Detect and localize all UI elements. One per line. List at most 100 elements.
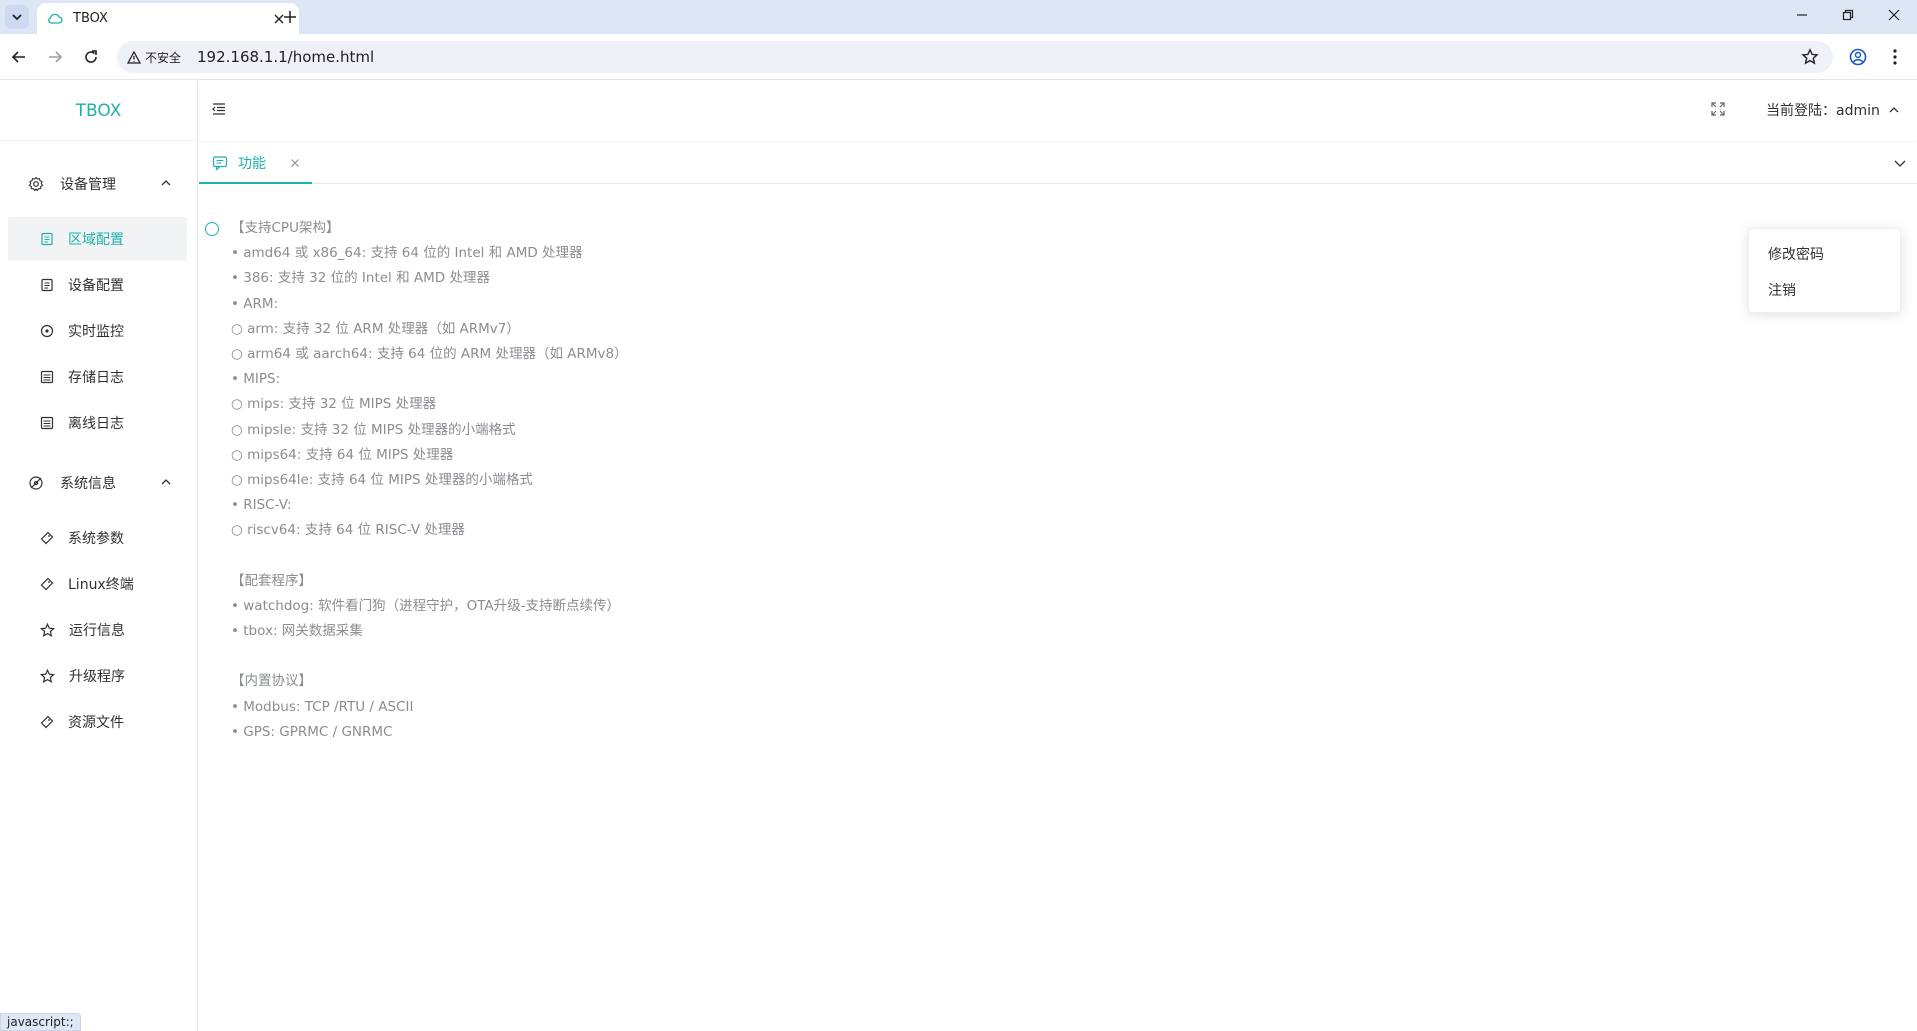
sidebar-group-label: 设备管理 <box>60 177 116 193</box>
timeline-dot <box>205 222 219 236</box>
browser-tabstrip: TBOX <box>0 0 1917 34</box>
compass-icon <box>29 476 43 490</box>
user-menu-trigger[interactable]: 当前登陆：admin <box>1766 100 1900 120</box>
chevron-down-icon <box>12 14 22 21</box>
chevron-down-icon <box>1894 160 1906 167</box>
logout-menu-item[interactable]: 注销 <box>1749 273 1900 309</box>
fullscreen-icon <box>1711 102 1725 116</box>
text-line: • GPS: GPRMC / GNRMC <box>231 723 393 740</box>
sidebar-item-resource-files[interactable]: 资源文件 <box>8 700 187 744</box>
text-line: • watchdog: 软件看门狗（进程守护，OTA升级-支持断点续传） <box>231 597 621 614</box>
sidebar-item-label: 设备配置 <box>68 278 124 294</box>
arrow-right-icon <box>49 51 63 63</box>
sidebar-group-label: 系统信息 <box>60 476 116 492</box>
sidebar-item-label: 升级程序 <box>69 669 125 685</box>
chevron-up-icon <box>161 180 171 186</box>
document-icon <box>41 232 53 246</box>
sidebar-item-region-config[interactable]: 区域配置 <box>8 217 187 261</box>
sidebar-item-label: 资源文件 <box>68 715 124 731</box>
text-line: ○ arm: 支持 32 位 ARM 处理器（如 ARMv7） <box>231 320 520 337</box>
warning-icon <box>127 50 141 64</box>
sidebar-item-label: 区域配置 <box>68 232 124 248</box>
star-icon <box>40 622 55 637</box>
bookmark-button[interactable] <box>1801 48 1819 66</box>
sidebar-item-device-config[interactable]: 设备配置 <box>8 263 187 307</box>
close-icon <box>1888 9 1900 21</box>
more-vertical-icon <box>1893 49 1897 65</box>
tag-icon <box>40 577 54 591</box>
account-circle-icon <box>1849 48 1867 66</box>
tab-features[interactable]: 功能 <box>199 144 312 184</box>
text-line: ○ mipsle: 支持 32 位 MIPS 处理器的小端格式 <box>231 421 516 438</box>
current-user-label: 当前登陆：admin <box>1766 103 1880 119</box>
browser-tab[interactable]: TBOX <box>37 3 299 34</box>
page-tabs-bar: 功能 <box>199 144 1917 184</box>
minimize-button[interactable] <box>1779 0 1825 30</box>
tabs-more-button[interactable] <box>1893 156 1907 170</box>
text-line: • MIPS: <box>231 371 281 388</box>
tag-icon <box>40 715 54 729</box>
sidebar-item-offline-log[interactable]: 离线日志 <box>8 401 187 445</box>
sidebar: TBOX 设备管理 区域配置 设备配置 实时监控 存储日志 离线日志 系统信息 … <box>0 81 198 1031</box>
text-line: 【支持CPU架构】 <box>231 220 340 236</box>
feature-text-block: 【支持CPU架构】 • amd64 或 x86_64: 支持 64 位的 Int… <box>231 216 628 745</box>
sidebar-item-linux-terminal[interactable]: Linux终端 <box>8 562 187 606</box>
gear-icon <box>28 176 44 192</box>
text-line: • ARM: <box>231 295 279 312</box>
profile-button[interactable] <box>1844 43 1872 71</box>
message-icon <box>212 156 228 171</box>
security-indicator[interactable]: 不安全 <box>127 49 181 66</box>
target-icon <box>40 324 54 338</box>
text-line: ○ riscv64: 支持 64 位 RISC-V 处理器 <box>231 522 465 539</box>
text-line: 【内置协议】 <box>231 673 312 690</box>
plus-icon <box>284 11 296 23</box>
sidebar-item-realtime-monitor[interactable]: 实时监控 <box>8 309 187 353</box>
sidebar-group-system-info[interactable]: 系统信息 <box>0 461 198 505</box>
sidebar-group-device-management[interactable]: 设备管理 <box>0 162 198 206</box>
text-line: 【配套程序】 <box>231 572 312 589</box>
text-line <box>231 644 628 669</box>
browser-status-bar: javascript:; <box>0 1013 81 1031</box>
address-bar[interactable]: 不安全 192.168.1.1/home.html <box>117 41 1833 73</box>
url-text: 192.168.1.1/home.html <box>197 48 375 66</box>
browser-menu-button[interactable] <box>1881 43 1909 71</box>
chevron-up-icon <box>161 479 171 485</box>
fullscreen-button[interactable] <box>1711 102 1725 116</box>
restore-button[interactable] <box>1825 0 1871 30</box>
close-icon[interactable] <box>290 158 300 168</box>
sidebar-item-label: 实时监控 <box>68 324 124 340</box>
sidebar-item-label: Linux终端 <box>68 577 134 593</box>
reload-button[interactable] <box>77 43 105 71</box>
text-line: • 386: 支持 32 位的 Intel 和 AMD 处理器 <box>231 270 490 287</box>
user-dropdown-menu: 修改密码 注销 <box>1748 228 1901 313</box>
sidebar-item-label: 系统参数 <box>68 531 124 547</box>
sidebar-item-runtime-info[interactable]: 运行信息 <box>8 608 187 652</box>
arrow-left-icon <box>11 51 25 63</box>
sidebar-item-storage-log[interactable]: 存储日志 <box>8 355 187 399</box>
window-close-button[interactable] <box>1871 0 1917 30</box>
chevron-up-icon <box>1889 107 1899 113</box>
forward-button[interactable] <box>41 43 69 71</box>
change-password-menu-item[interactable]: 修改密码 <box>1749 237 1900 273</box>
text-line: ○ arm64 或 aarch64: 支持 64 位的 ARM 处理器（如 AR… <box>231 345 628 362</box>
cloud-icon <box>48 13 63 24</box>
list-icon <box>40 370 54 384</box>
sidebar-item-upgrade-program[interactable]: 升级程序 <box>8 654 187 698</box>
sidebar-toggle-button[interactable] <box>211 101 227 117</box>
text-line: • RISC-V: <box>231 497 292 514</box>
app-root: TBOX 设备管理 区域配置 设备配置 实时监控 存储日志 离线日志 系统信息 … <box>0 81 1917 1031</box>
back-button[interactable] <box>5 43 33 71</box>
document-icon <box>41 278 53 292</box>
browser-toolbar: 不安全 192.168.1.1/home.html <box>0 34 1917 80</box>
sidebar-item-label: 运行信息 <box>69 623 125 639</box>
text-line: ○ mips64le: 支持 64 位 MIPS 处理器的小端格式 <box>231 471 533 488</box>
text-line: • amd64 或 x86_64: 支持 64 位的 Intel 和 AMD 处… <box>231 245 583 262</box>
text-line: • tbox: 网关数据采集 <box>231 623 363 639</box>
text-line: • Modbus: TCP /RTU / ASCII <box>231 698 414 715</box>
sidebar-item-system-params[interactable]: 系统参数 <box>8 516 187 560</box>
app-header: 当前登陆：admin <box>199 81 1917 141</box>
app-logo: TBOX <box>0 81 197 141</box>
tab-search-button[interactable] <box>5 5 29 29</box>
tab-label: 功能 <box>238 156 266 172</box>
new-tab-button[interactable] <box>278 5 302 29</box>
